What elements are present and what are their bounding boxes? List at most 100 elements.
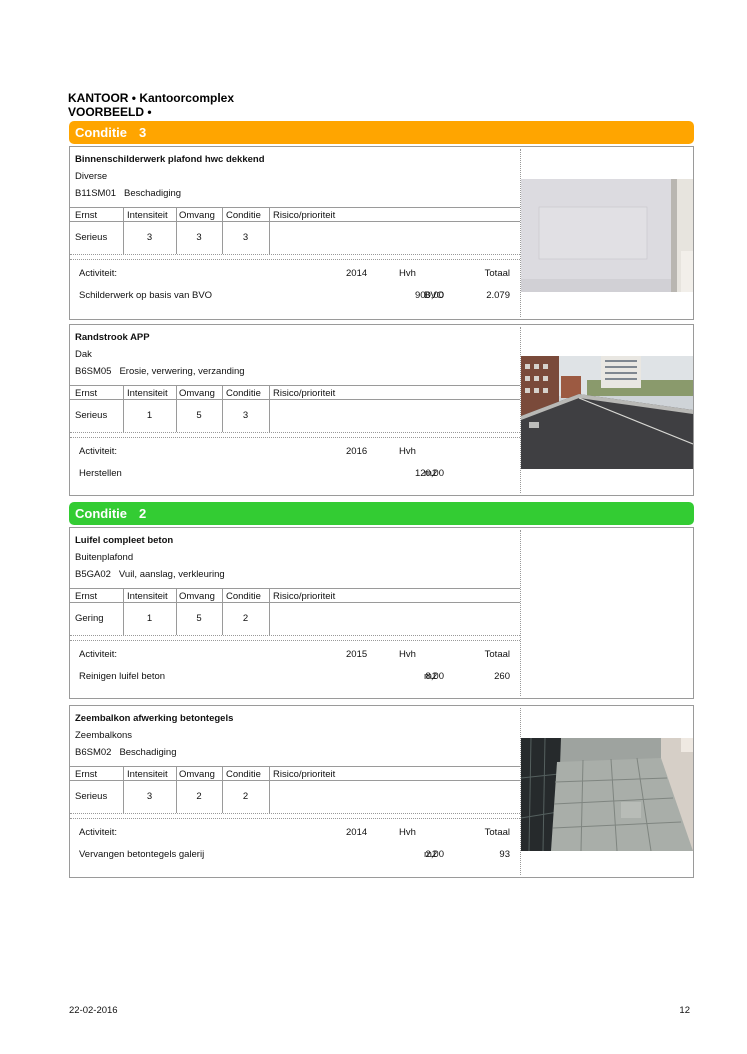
th-conditie: Conditie: [226, 769, 261, 780]
th-omvang: Omvang: [179, 388, 215, 399]
defect-description: Beschadiging: [124, 188, 182, 199]
defect-description: Vuil, aanslag, verkleuring: [118, 569, 225, 580]
defect-code-line: B6SM05 Erosie, verwering, verzanding: [75, 366, 245, 377]
activity-description: Vervangen betontegels galerij: [79, 849, 205, 860]
defect-description: Erosie, verwering, verzanding: [119, 366, 245, 377]
activity-block: Activiteit: 2014 Hvh Totaal Schilderwerk…: [70, 259, 520, 325]
conditie-value: 3: [242, 410, 249, 421]
omvang-value: 5: [196, 410, 202, 421]
item-element: Buitenplafond: [75, 552, 134, 563]
hvh-label: Hvh: [399, 268, 416, 279]
condition-bar-2: Conditie 2: [69, 502, 694, 525]
defect-code: B6SM05: [75, 366, 112, 377]
table-header-line: [70, 221, 520, 222]
condition-number: 3: [139, 125, 147, 140]
intensiteit-value: 3: [146, 791, 153, 802]
item-title: Randstrook APP: [75, 332, 150, 343]
th-omvang: Omvang: [179, 591, 215, 602]
table-col-line: [269, 767, 270, 813]
header-line-2: VOORBEELD •: [68, 105, 152, 119]
column-divider: [520, 530, 521, 696]
inspection-card: Randstrook APP Dak B6SM05 Erosie, verweri…: [69, 324, 694, 496]
item-element: Dak: [75, 349, 92, 360]
inspection-photo: [521, 738, 693, 851]
defect-code: B6SM02: [75, 747, 112, 758]
th-risico: Risico/prioriteit: [273, 591, 336, 602]
table-col-line: [222, 589, 223, 635]
table-col-line: [123, 208, 124, 254]
item-title: Binnenschilderwerk plafond hwc dekkend: [75, 154, 265, 165]
header-line-1: KANTOOR • Kantoorcomplex: [68, 91, 234, 105]
activity-unit: m2: [424, 849, 438, 860]
table-col-line: [123, 589, 124, 635]
table-col-line: [222, 208, 223, 254]
footer-date: 22-02-2016: [69, 1005, 118, 1016]
intensiteit-value: 1: [146, 410, 153, 421]
th-conditie: Conditie: [226, 591, 261, 602]
th-conditie: Conditie: [226, 210, 261, 221]
inspection-card: Zeembalkon afwerking betontegels Zeembal…: [69, 705, 694, 878]
activity-year: 2014: [346, 268, 368, 279]
condition-bar-3: Conditie 3: [69, 121, 694, 144]
th-intensiteit: Intensiteit: [127, 769, 168, 780]
condition-number: 2: [139, 506, 147, 521]
omvang-value: 5: [196, 613, 202, 624]
totaal-label: Totaal: [484, 827, 510, 838]
inspection-photo: [521, 356, 693, 469]
page-number: 12: [679, 1005, 690, 1016]
hvh-label: Hvh: [399, 446, 416, 457]
activity-label: Activiteit:: [79, 827, 118, 838]
item-element: Diverse: [75, 171, 108, 182]
th-omvang: Omvang: [179, 769, 215, 780]
table-col-line: [176, 589, 177, 635]
activity-description: Schilderwerk op basis van BVO: [79, 290, 213, 301]
th-omvang: Omvang: [179, 210, 215, 221]
totaal-label: Totaal: [484, 649, 510, 660]
activity-label: Activiteit:: [79, 649, 118, 660]
condition-label: Conditie: [75, 506, 127, 521]
table-col-line: [176, 208, 177, 254]
inspection-card: Luifel compleet beton Buitenplafond B5GA…: [69, 527, 694, 699]
item-title: Zeembalkon afwerking betontegels: [75, 713, 234, 724]
th-intensiteit: Intensiteit: [127, 591, 168, 602]
table-col-line: [269, 589, 270, 635]
table-col-line: [176, 767, 177, 813]
ernst-value: Gering: [75, 613, 104, 624]
activity-unit: BVO: [424, 290, 445, 301]
item-title: Luifel compleet beton: [75, 535, 174, 546]
ernst-value: Serieus: [75, 410, 108, 421]
activity-year: 2016: [346, 446, 368, 457]
rating-table: Ernst Intensiteit Omvang Conditie Risico…: [70, 588, 520, 636]
activity-label: Activiteit:: [79, 268, 118, 279]
conditie-value: 3: [242, 232, 249, 243]
item-element: Zeembalkons: [75, 730, 133, 741]
th-risico: Risico/prioriteit: [273, 388, 336, 399]
defect-code: B11SM01: [75, 188, 117, 199]
th-conditie: Conditie: [226, 388, 261, 399]
ernst-value: Serieus: [75, 232, 108, 243]
activity-year: 2015: [346, 649, 368, 660]
condition-label: Conditie: [75, 125, 127, 140]
activity-block: Activiteit: 2014 Hvh Totaal Vervangen be…: [70, 818, 520, 884]
omvang-value: 3: [196, 232, 202, 243]
conditie-value: 2: [242, 791, 249, 802]
table-col-line: [123, 767, 124, 813]
activity-description: Herstellen: [79, 468, 122, 479]
table-header-line: [70, 780, 520, 781]
intensiteit-value: 3: [146, 232, 153, 243]
activity-unit: m2: [424, 671, 438, 682]
defect-code-line: B11SM01 Beschadiging: [75, 188, 181, 199]
table-col-line: [123, 386, 124, 432]
th-intensiteit: Intensiteit: [127, 388, 168, 399]
defect-description: Beschadiging: [119, 747, 177, 758]
defect-code-line: B6SM02 Beschadiging: [75, 747, 176, 758]
rating-table: Ernst Intensiteit Omvang Conditie Risico…: [70, 766, 520, 814]
totaal-label: Totaal: [484, 268, 510, 279]
th-ernst: Ernst: [75, 591, 98, 602]
intensiteit-value: 1: [146, 613, 153, 624]
conditie-value: 2: [242, 613, 249, 624]
table-col-line: [222, 767, 223, 813]
inspection-photo: [521, 179, 693, 292]
activity-total: 93: [499, 849, 510, 860]
activity-block: Activiteit: 2015 Hvh Totaal Reinigen lui…: [70, 640, 520, 706]
